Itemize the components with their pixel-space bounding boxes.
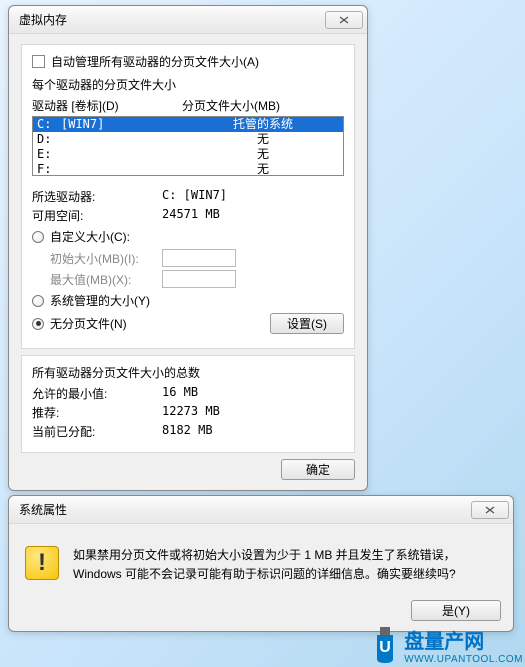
custom-size-label: 自定义大小(C): bbox=[50, 228, 130, 245]
set-button[interactable]: 设置(S) bbox=[270, 313, 344, 334]
dialog-title: 系统属性 bbox=[19, 501, 67, 518]
free-space-label: 可用空间: bbox=[32, 207, 162, 224]
min-allowed-label: 允许的最小值: bbox=[32, 385, 162, 402]
no-paging-label: 无分页文件(N) bbox=[50, 315, 127, 332]
watermark-url: WWW.UPANTOOL.COM bbox=[404, 654, 523, 665]
per-drive-label: 每个驱动器的分页文件大小 bbox=[32, 76, 344, 93]
free-space-value: 24571 MB bbox=[162, 207, 220, 224]
window-title: 虚拟内存 bbox=[19, 11, 67, 28]
watermark: U 盘量产网 WWW.UPANTOOL.COM bbox=[370, 625, 523, 665]
svg-text:U: U bbox=[379, 639, 391, 656]
dialog-titlebar[interactable]: 系统属性 bbox=[9, 496, 513, 524]
col-header-drive: 驱动器 [卷标](D) bbox=[32, 97, 182, 114]
drive-row[interactable]: F: 无 bbox=[33, 162, 343, 176]
no-paging-radio[interactable] bbox=[32, 318, 44, 330]
close-icon bbox=[484, 505, 496, 515]
drive-row[interactable]: E: 无 bbox=[33, 147, 343, 162]
recommended-label: 推荐: bbox=[32, 404, 162, 421]
yes-button[interactable]: 是(Y) bbox=[411, 600, 501, 621]
drive-list[interactable]: C: [WIN7] 托管的系统 D: 无 E: 无 F: 无 bbox=[32, 116, 344, 176]
max-size-label: 最大值(MB)(X): bbox=[50, 271, 162, 288]
drive-row[interactable]: D: 无 bbox=[33, 132, 343, 147]
dialog-message: 如果禁用分页文件或将初始大小设置为少于 1 MB 并且发生了系统错误，Windo… bbox=[73, 546, 497, 584]
watermark-brand: 盘量产网 bbox=[404, 631, 484, 653]
selected-drive-value: C: [WIN7] bbox=[162, 188, 227, 205]
selected-drive-label: 所选驱动器: bbox=[32, 188, 162, 205]
close-icon bbox=[338, 15, 350, 25]
initial-size-label: 初始大小(MB)(I): bbox=[50, 250, 162, 267]
allocated-value: 8182 MB bbox=[162, 423, 213, 440]
system-managed-radio[interactable] bbox=[32, 295, 44, 307]
recommended-value: 12273 MB bbox=[162, 404, 220, 421]
max-size-input[interactable] bbox=[162, 270, 236, 288]
dialog-close-button[interactable] bbox=[471, 501, 509, 519]
drive-row[interactable]: C: [WIN7] 托管的系统 bbox=[33, 117, 343, 132]
col-header-paging: 分页文件大小(MB) bbox=[182, 97, 344, 114]
ok-button[interactable]: 确定 bbox=[281, 459, 355, 480]
auto-manage-label: 自动管理所有驱动器的分页文件大小(A) bbox=[51, 53, 259, 70]
usb-logo-icon: U bbox=[370, 625, 400, 665]
warning-icon: ! bbox=[25, 546, 59, 580]
min-allowed-value: 16 MB bbox=[162, 385, 198, 402]
system-properties-dialog: 系统属性 ! 如果禁用分页文件或将初始大小设置为少于 1 MB 并且发生了系统错… bbox=[8, 495, 514, 632]
totals-legend: 所有驱动器分页文件大小的总数 bbox=[32, 364, 344, 381]
allocated-label: 当前已分配: bbox=[32, 423, 162, 440]
virtual-memory-window: 虚拟内存 自动管理所有驱动器的分页文件大小(A) 每个驱动器的分页文件大小 驱动… bbox=[8, 5, 368, 491]
system-managed-label: 系统管理的大小(Y) bbox=[50, 292, 150, 309]
custom-size-radio[interactable] bbox=[32, 231, 44, 243]
auto-manage-checkbox[interactable] bbox=[32, 55, 45, 68]
titlebar[interactable]: 虚拟内存 bbox=[9, 6, 367, 34]
initial-size-input[interactable] bbox=[162, 249, 236, 267]
close-button[interactable] bbox=[325, 11, 363, 29]
